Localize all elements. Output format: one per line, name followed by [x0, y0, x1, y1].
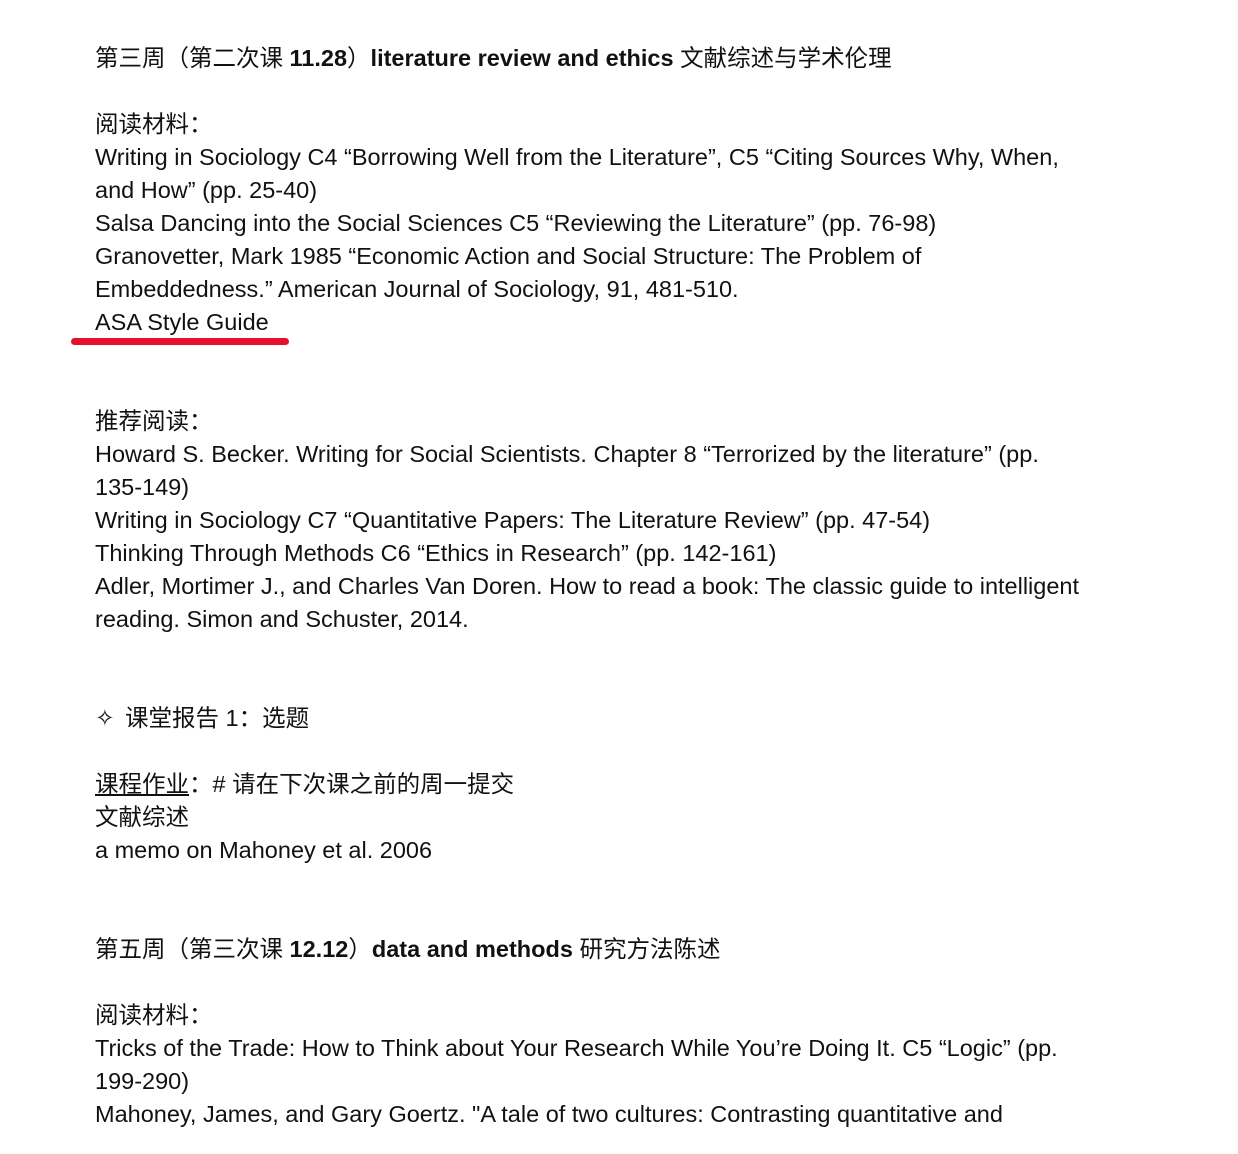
- week5-reading-line: 199-290): [95, 1068, 190, 1094]
- week5-title-prefix: 第五周（第三次课: [95, 936, 290, 962]
- week5-reading-line: Tricks of the Trade: How to Think about …: [95, 1035, 1058, 1061]
- week5-title: 第五周（第三次课 12.12）data and methods 研究方法陈述: [95, 933, 1175, 966]
- week3-recommended-label: 推荐阅读：: [95, 408, 213, 434]
- homework-item: 文献综述: [95, 804, 189, 830]
- week5-reading-label: 阅读材料：: [95, 1002, 213, 1028]
- class-report-text: 课堂报告 1：选题: [125, 705, 310, 731]
- homework-colon: ：: [189, 771, 213, 797]
- week3-recommended-line: Howard S. Becker. Writing for Social Sci…: [95, 441, 1039, 467]
- week3-title: 第三周（第二次课 11.28）literature review and eth…: [95, 42, 1175, 75]
- week3-reading-line: Granovetter, Mark 1985 “Economic Action …: [95, 243, 922, 269]
- week5-title-date: 12.12: [289, 936, 349, 962]
- class-report-item: ✧ 课堂报告 1：选题: [95, 702, 1175, 735]
- week5-title-en: data and methods: [371, 936, 573, 962]
- document-page: 第三周（第二次课 11.28）literature review and eth…: [71, 42, 1175, 1131]
- red-highlight-underline: [71, 338, 289, 345]
- week3-title-en: literature review and ethics: [370, 45, 674, 71]
- week3-title-cn: 文献综述与学术伦理: [673, 45, 892, 71]
- week3-reading-line: Salsa Dancing into the Social Sciences C…: [95, 210, 937, 236]
- week3-reading-label: 阅读材料：: [95, 111, 213, 137]
- asa-style-guide-highlight: ASA Style Guide: [71, 306, 289, 345]
- week5-reading-line: Mahoney, James, and Gary Goertz. "A tale…: [95, 1101, 1003, 1127]
- week3-recommended-line: Writing in Sociology C7 “Quantitative Pa…: [95, 507, 931, 533]
- week3-recommended-line: reading. Simon and Schuster, 2014.: [95, 606, 469, 632]
- homework-item: a memo on Mahoney et al. 2006: [95, 837, 433, 863]
- homework-note: # 请在下次课之前的周一提交: [212, 771, 515, 797]
- asa-style-guide-text: ASA Style Guide: [95, 309, 269, 335]
- week3-title-prefix: 第三周（第二次课: [95, 45, 290, 71]
- week3-reading-line: Embeddedness.” American Journal of Socio…: [95, 276, 739, 302]
- homework-line: 课程作业：# 请在下次课之前的周一提交: [95, 768, 1175, 801]
- week3-reading-line: Writing in Sociology C4 “Borrowing Well …: [95, 144, 1059, 170]
- asa-style-guide-line: ASA Style Guide: [71, 306, 1175, 345]
- week3-reading-line: and How” (pp. 25-40): [95, 177, 318, 203]
- week3-recommended-line: Adler, Mortimer J., and Charles Van Dore…: [95, 573, 1080, 599]
- week3-recommended-line: 135-149): [95, 474, 190, 500]
- week5-title-cn: 研究方法陈述: [572, 936, 721, 962]
- week5-title-mid: ）: [348, 936, 372, 962]
- week3-recommended-line: Thinking Through Methods C6 “Ethics in R…: [95, 540, 777, 566]
- homework-label: 课程作业: [95, 771, 189, 797]
- week3-title-date: 11.28: [289, 45, 348, 71]
- four-point-star-icon: ✧: [95, 705, 115, 731]
- week3-title-mid: ）: [347, 45, 371, 71]
